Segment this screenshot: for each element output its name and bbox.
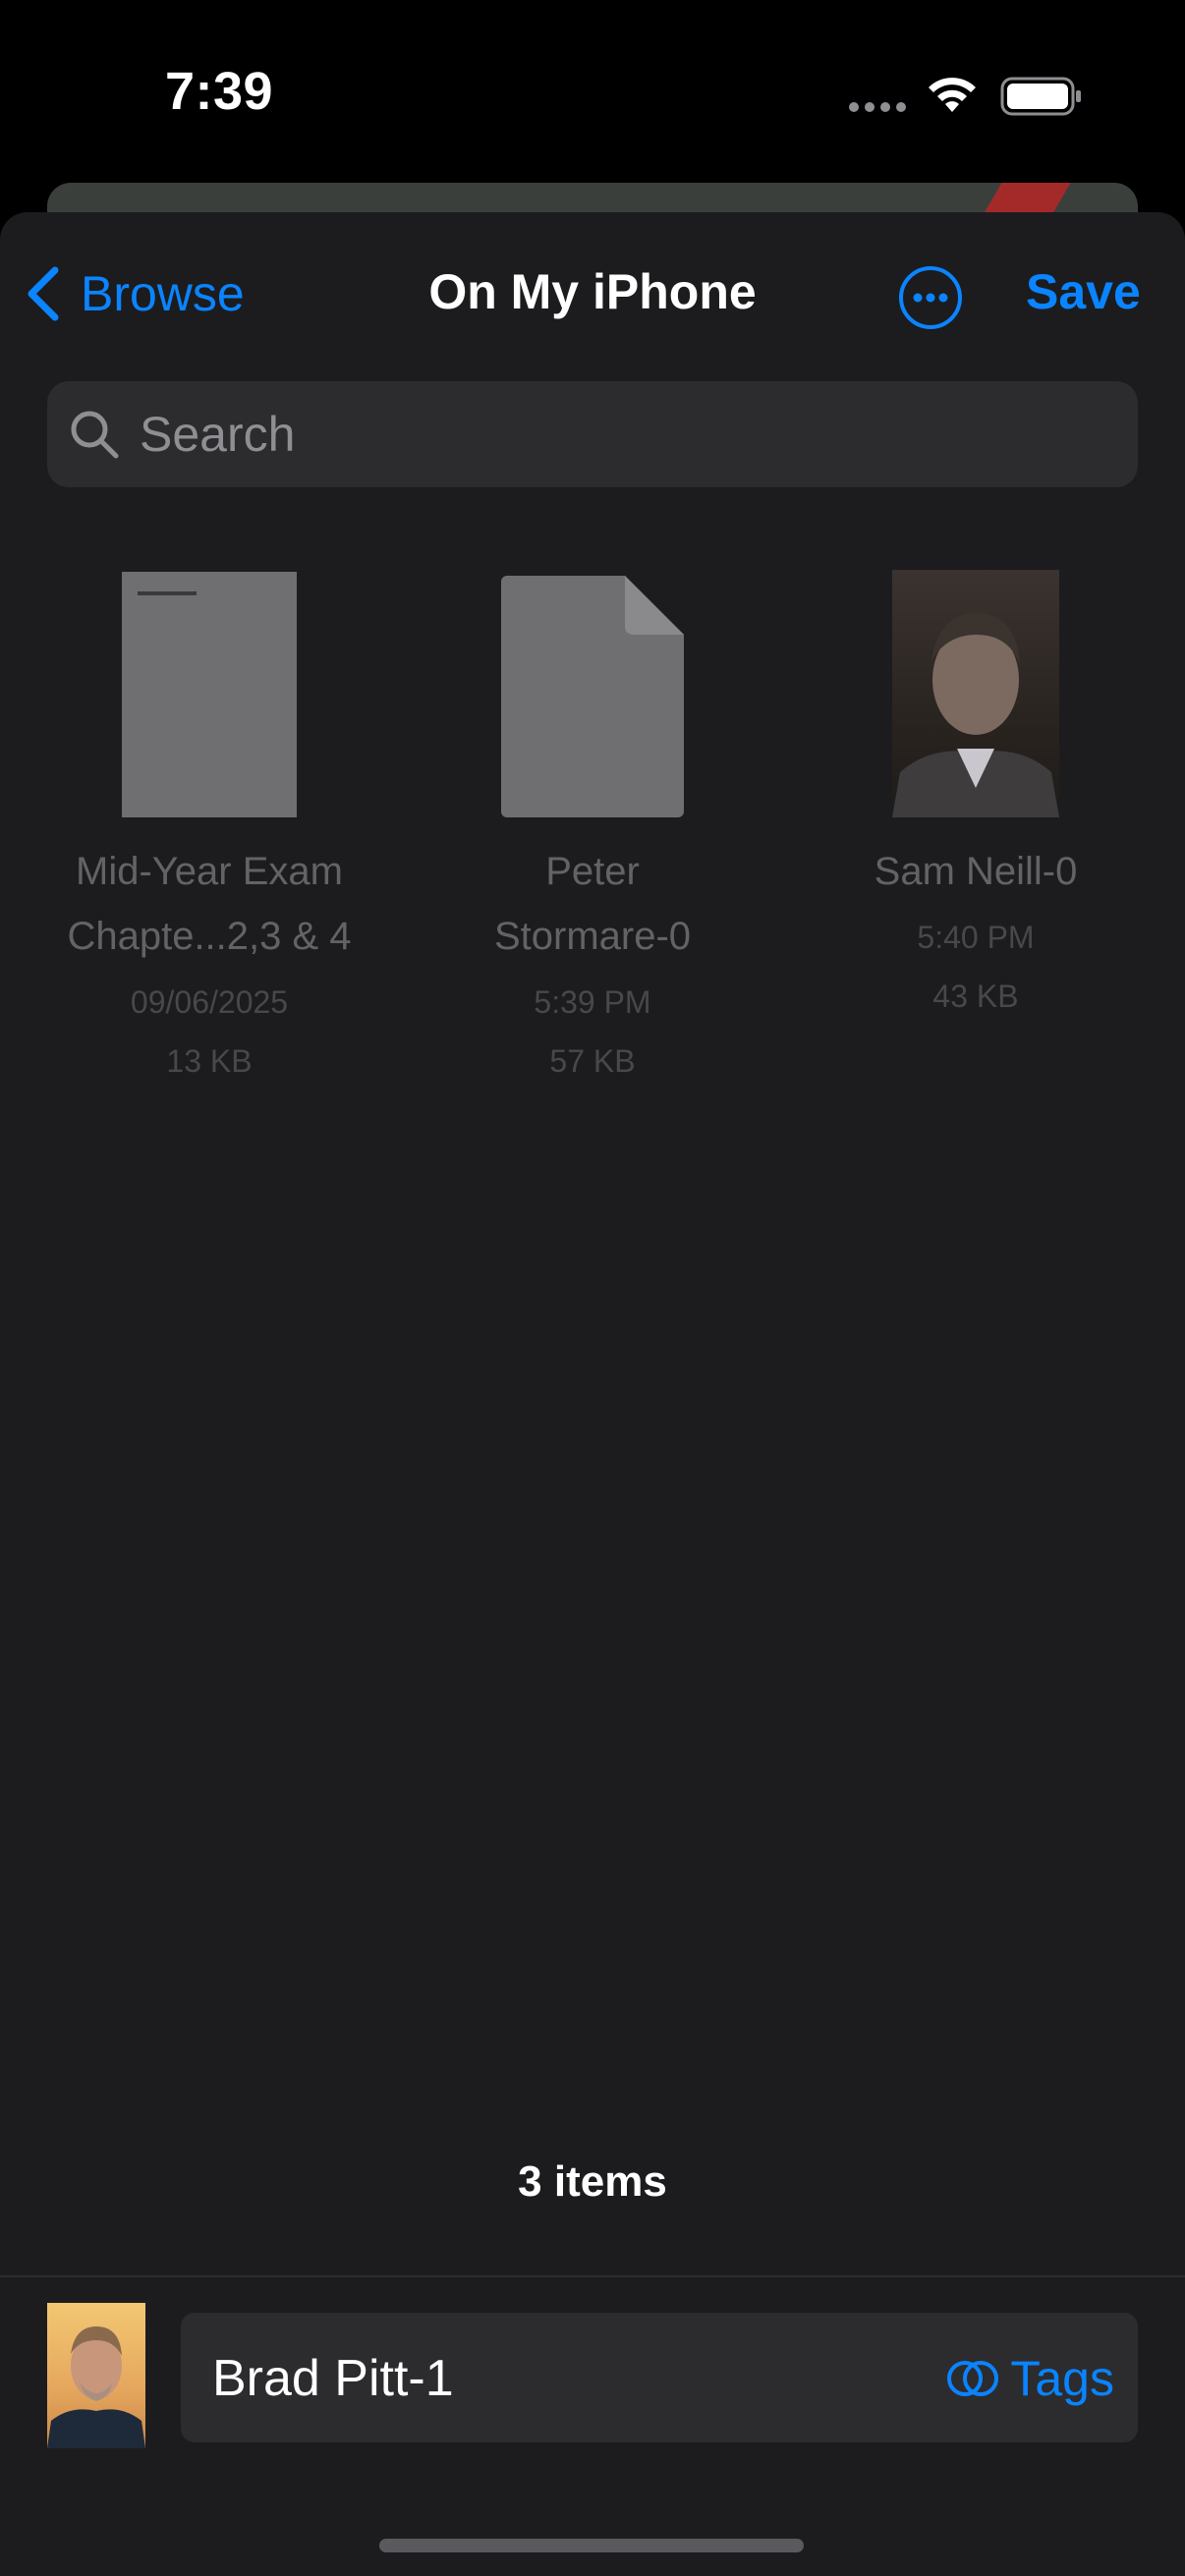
save-button[interactable]: Save bbox=[1026, 263, 1141, 320]
file-date: 09/06/2025 bbox=[130, 984, 289, 1020]
save-file-thumbnail bbox=[47, 2303, 145, 2448]
tags-icon bbox=[947, 2361, 999, 2396]
file-item[interactable]: Peter Stormare-0 5:39 PM 57 KB bbox=[401, 570, 784, 1091]
status-bar: 7:39 bbox=[0, 0, 1185, 187]
divider bbox=[0, 2275, 1185, 2277]
more-options-icon[interactable] bbox=[898, 265, 963, 330]
blank-file-icon bbox=[501, 576, 684, 817]
photo-thumbnail bbox=[892, 570, 1059, 817]
home-indicator[interactable] bbox=[379, 2539, 804, 2552]
browse-back-button[interactable]: Browse bbox=[26, 265, 245, 322]
file-size: 57 KB bbox=[549, 1043, 636, 1079]
search-bar[interactable] bbox=[47, 381, 1138, 487]
search-input[interactable] bbox=[138, 405, 1085, 464]
file-size: 13 KB bbox=[166, 1043, 253, 1079]
file-item[interactable]: Mid-Year Exam Chapte...2,3 & 4 09/06/202… bbox=[18, 570, 401, 1091]
document-thumbnail bbox=[122, 572, 297, 817]
file-size: 43 KB bbox=[932, 979, 1019, 1014]
file-name: Mid-Year Exam Chapte...2,3 & 4 bbox=[67, 850, 352, 958]
wifi-icon bbox=[929, 78, 976, 112]
filename-field[interactable]: Tags bbox=[181, 2313, 1138, 2444]
filename-input[interactable] bbox=[210, 2313, 902, 2444]
file-date: 5:39 PM bbox=[534, 984, 651, 1020]
file-name: Peter Stormare-0 bbox=[493, 850, 692, 958]
status-time: 7:39 bbox=[165, 62, 274, 121]
battery-icon bbox=[1000, 77, 1081, 116]
tags-label: Tags bbox=[1010, 2351, 1114, 2406]
file-date: 5:40 PM bbox=[917, 920, 1035, 955]
item-count: 3 items bbox=[518, 2157, 667, 2206]
browse-label: Browse bbox=[81, 266, 245, 321]
tags-button[interactable]: Tags bbox=[945, 2350, 1114, 2407]
file-name: Sam Neill-0 bbox=[874, 850, 1078, 893]
chevron-left-icon bbox=[28, 266, 59, 321]
cellular-signal-icon bbox=[849, 102, 906, 112]
save-sheet: Browse On My iPhone Save Mid-Year Exam C… bbox=[0, 212, 1185, 2576]
search-icon bbox=[71, 411, 119, 459]
file-item[interactable]: Sam Neill-0 5:40 PM 43 KB bbox=[784, 570, 1167, 1026]
